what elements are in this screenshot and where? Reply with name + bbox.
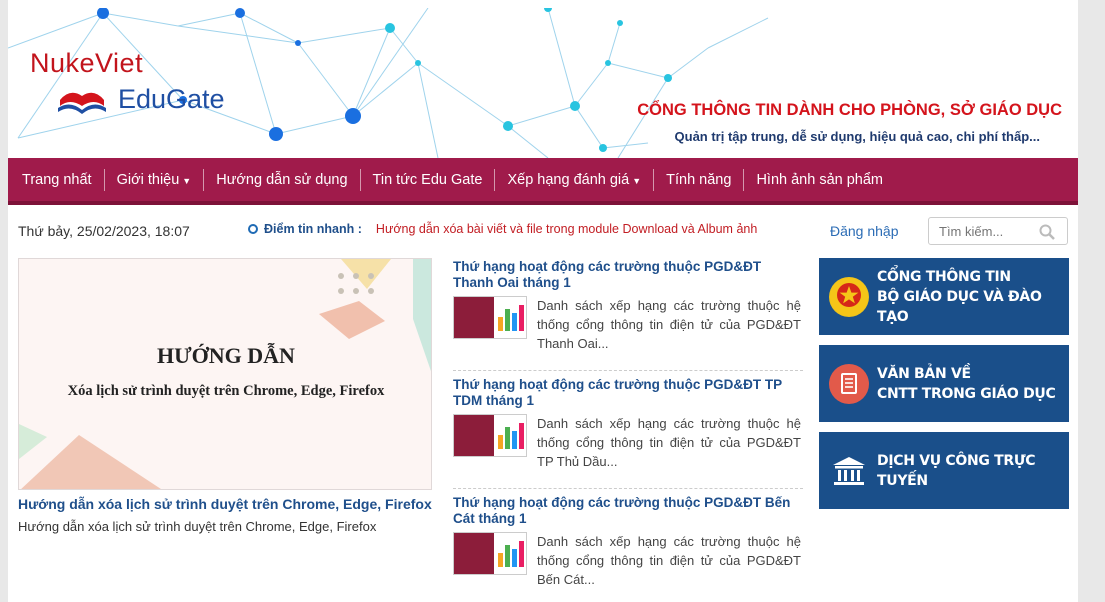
banner-online-public-services[interactable]: DỊCH VỤ CÔNG TRỰC TUYẾN — [819, 432, 1069, 509]
article-title-link[interactable]: Thứ hạng hoạt động các trường thuộc PGD&… — [453, 495, 803, 527]
banner-line: CNTT TRONG GIÁO DỤC — [877, 385, 1056, 402]
bullet-icon — [248, 224, 258, 234]
nav-label: Hình ảnh sản phẩm — [756, 171, 883, 188]
article-thumbnail[interactable] — [453, 296, 527, 339]
nav-label: Xếp hạng đánh giá — [507, 171, 630, 188]
search-icon[interactable] — [1039, 224, 1055, 240]
article-title-link[interactable]: Thứ hạng hoạt động các trường thuộc PGD&… — [453, 377, 803, 409]
banner-text: VĂN BẢN VỀ CNTT TRONG GIÁO DỤC — [877, 364, 1056, 404]
quick-news: Điểm tin nhanh : Hướng dẫn xóa bài viết … — [248, 222, 757, 236]
divider — [453, 370, 803, 371]
emblem-icon — [829, 276, 869, 317]
logo-text-edugate: EduGate — [118, 84, 225, 114]
quick-news-link[interactable]: Hướng dẫn xóa bài viết và file trong mod… — [376, 222, 757, 236]
feature-decoration — [19, 259, 431, 489]
nav-label: Giới thiệu — [116, 171, 180, 188]
site-tagline: CỔNG THÔNG TIN DÀNH CHO PHÒNG, SỞ GIÁO D… — [637, 101, 1062, 119]
nav-item-about[interactable]: Giới thiệu ▼ — [105, 168, 205, 191]
article-item: Thứ hạng hoạt động các trường thuộc PGD&… — [453, 377, 803, 489]
search-input[interactable] — [939, 218, 1039, 244]
banner-line: BỘ GIÁO DỤC VÀ ĐÀO TẠO — [877, 288, 1042, 325]
nav-item-ranking[interactable]: Xếp hạng đánh giá ▼ — [495, 168, 655, 191]
nav-item-news[interactable]: Tin tức Edu Gate — [361, 168, 496, 191]
feature-image-subheading: Xóa lịch sử trình duyệt trên Chrome, Edg… — [67, 383, 385, 399]
article-thumbnail[interactable] — [453, 414, 527, 457]
article-description: Danh sách xếp hạng các trường thuộc hệ t… — [537, 298, 801, 351]
caret-down-icon: ▼ — [632, 175, 642, 186]
site-logo[interactable]: NukeViet EduGate — [30, 48, 225, 114]
quick-news-label: Điểm tin nhanh : — [264, 222, 362, 236]
main-nav: Trang nhất Giới thiệu ▼ Hướng dẫn sử dụng… — [8, 158, 1078, 205]
current-date: Thứ bảy, 25/02/2023, 18:07 — [18, 223, 190, 239]
nav-label: Tin tức Edu Gate — [372, 171, 483, 188]
page: NukeViet EduGate CỔNG THÔNG TIN DÀNH CHO… — [8, 0, 1078, 602]
article-item: Thứ hạng hoạt động các trường thuộc PGD&… — [453, 259, 803, 371]
government-building-icon — [829, 451, 869, 491]
banner-moet-portal[interactable]: CỔNG THÔNG TIN BỘ GIÁO DỤC VÀ ĐÀO TẠO — [819, 258, 1069, 335]
nav-item-gallery[interactable]: Hình ảnh sản phẩm — [744, 169, 895, 191]
feature-image-heading: HƯỚNG DẪN — [157, 343, 295, 368]
search-box — [928, 217, 1068, 245]
article-description: Danh sách xếp hạng các trường thuộc hệ t… — [537, 534, 801, 587]
nav-label: Hướng dẫn sử dụng — [216, 171, 348, 188]
banner-line: VĂN BẢN VỀ — [877, 365, 971, 382]
document-icon — [829, 363, 869, 404]
article-item: Thứ hạng hoạt động các trường thuộc PGD&… — [453, 495, 803, 587]
site-subtagline: Quản trị tập trung, dễ sử dụng, hiệu quả… — [674, 129, 1040, 144]
feature-description: Hướng dẫn xóa lịch sử trình duyệt trên C… — [18, 519, 377, 534]
feature-image[interactable]: HƯỚNG DẪN Xóa lịch sử trình duyệt trên C… — [18, 258, 432, 490]
banner-it-documents[interactable]: VĂN BẢN VỀ CNTT TRONG GIÁO DỤC — [819, 345, 1069, 422]
nav-label: Tính năng — [666, 171, 732, 188]
site-header: NukeViet EduGate CỔNG THÔNG TIN DÀNH CHO… — [8, 8, 1078, 158]
nav-label: Trang nhất — [22, 171, 92, 188]
feature-title-link[interactable]: Hướng dẫn xóa lịch sử trình duyệt trên C… — [18, 496, 432, 512]
chart-thumbnail-icon — [454, 297, 526, 338]
article-description: Danh sách xếp hạng các trường thuộc hệ t… — [537, 416, 801, 469]
nav-item-home[interactable]: Trang nhất — [10, 168, 105, 191]
banner-line: CỔNG THÔNG TIN — [877, 268, 1011, 285]
nav-item-features[interactable]: Tính năng — [654, 168, 745, 191]
banner-text: DỊCH VỤ CÔNG TRỰC TUYẾN — [877, 451, 1069, 491]
divider — [453, 488, 803, 489]
chart-thumbnail-icon — [454, 415, 526, 456]
banner-text: CỔNG THÔNG TIN BỘ GIÁO DỤC VÀ ĐÀO TẠO — [877, 267, 1069, 327]
chart-thumbnail-icon — [454, 533, 526, 574]
nav-item-guide[interactable]: Hướng dẫn sử dụng — [204, 168, 361, 191]
banner-line: DỊCH VỤ CÔNG TRỰC TUYẾN — [877, 452, 1036, 489]
caret-down-icon: ▼ — [182, 175, 192, 186]
article-title-link[interactable]: Thứ hạng hoạt động các trường thuộc PGD&… — [453, 259, 803, 291]
logo-text-nukeviet: NukeViet — [30, 48, 144, 78]
book-icon — [58, 92, 106, 114]
login-link[interactable]: Đăng nhập — [830, 223, 899, 239]
article-thumbnail[interactable] — [453, 532, 527, 575]
